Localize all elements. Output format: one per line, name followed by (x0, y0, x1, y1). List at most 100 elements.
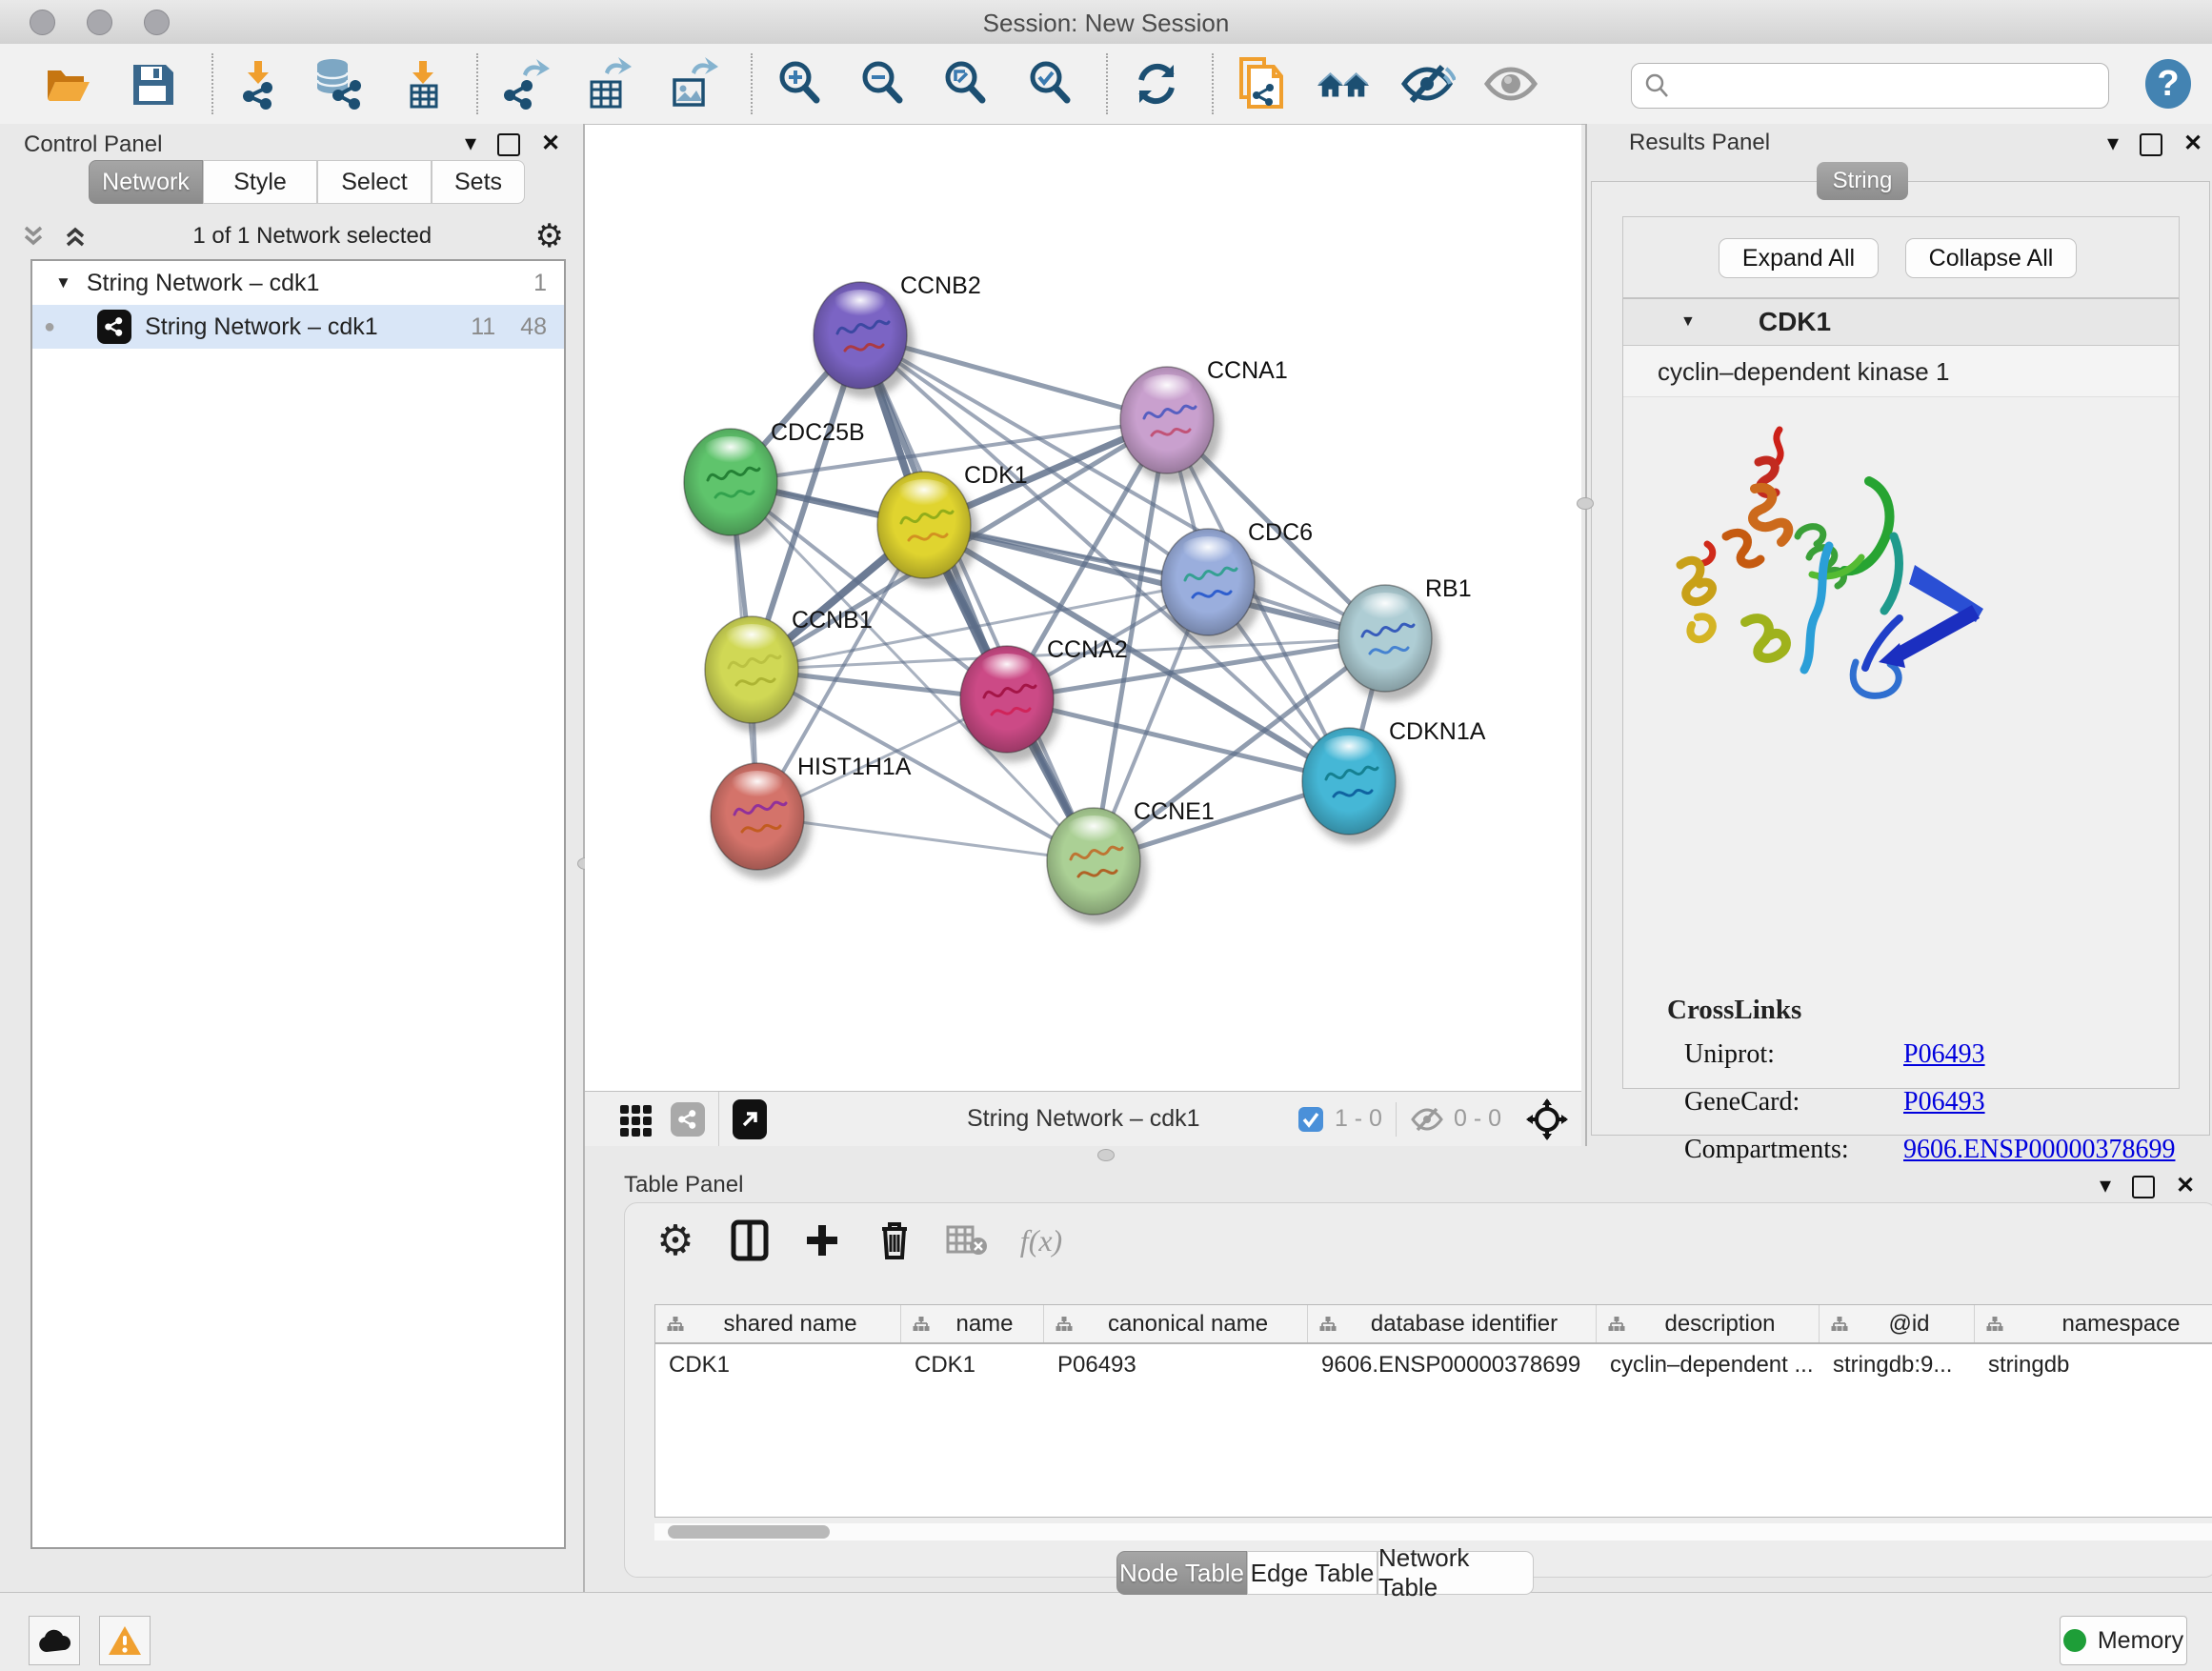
column-header[interactable]: namespace (1975, 1305, 2212, 1342)
gene-section-header[interactable]: ▼ CDK1 (1623, 299, 2179, 346)
network-node[interactable] (1338, 585, 1439, 701)
tab-network-table[interactable]: Network Table (1377, 1551, 1534, 1595)
selected-node-edge-counts: 1 - 0 (1335, 1105, 1382, 1133)
network-node[interactable] (960, 646, 1061, 762)
string-home-icon[interactable] (1316, 55, 1373, 112)
control-panel-title: Control Panel (24, 131, 162, 158)
show-columns-icon[interactable] (728, 1218, 772, 1262)
network-node[interactable] (1302, 728, 1403, 844)
results-panel-title: Results Panel (1629, 130, 1770, 156)
section-expand-icon[interactable]: ▼ (1680, 313, 1696, 331)
network-node[interactable] (711, 763, 812, 879)
float-panel-icon[interactable] (2140, 133, 2162, 156)
column-header[interactable]: canonical name (1044, 1305, 1308, 1342)
search-field[interactable] (1631, 63, 2109, 109)
export-network-icon[interactable] (496, 55, 553, 112)
column-header[interactable]: name (901, 1305, 1044, 1342)
crosslink-link[interactable]: P06493 (1903, 1087, 1985, 1117)
network-node[interactable] (1120, 367, 1221, 483)
zoom-fit-icon[interactable] (937, 55, 995, 112)
network-row[interactable]: ● String Network – cdk1 11 48 (32, 305, 564, 349)
export-image-icon[interactable] (663, 55, 720, 112)
save-session-icon[interactable] (124, 55, 181, 112)
float-panel-icon[interactable] (497, 133, 520, 156)
network-node[interactable] (877, 472, 978, 588)
hide-selected-icon[interactable] (1399, 55, 1457, 112)
window-title: Session: New Session (0, 9, 2212, 38)
panel-menu-icon[interactable]: ▾ (2107, 130, 2119, 157)
search-input[interactable] (1678, 66, 2108, 106)
tab-style[interactable]: Style (203, 160, 317, 204)
collapse-all-icon[interactable] (19, 222, 48, 251)
fit-selected-crosshair-icon[interactable] (1526, 1098, 1568, 1140)
column-header[interactable]: @id (1820, 1305, 1975, 1342)
node-label: CCNA2 (1047, 636, 1128, 663)
network-edge[interactable] (860, 335, 1094, 861)
column-type-icon (1831, 1317, 1848, 1332)
column-type-icon (1319, 1317, 1337, 1332)
column-header[interactable]: shared name (655, 1305, 901, 1342)
column-header[interactable]: database identifier (1308, 1305, 1597, 1342)
tree-expand-icon[interactable]: ▼ (55, 273, 71, 292)
tab-network[interactable]: Network (89, 160, 203, 204)
function-builder-icon[interactable]: f(x) (1019, 1218, 1063, 1262)
zoom-selected-icon[interactable] (1022, 55, 1079, 112)
cloud-status-icon[interactable] (29, 1616, 80, 1665)
network-node[interactable] (1161, 529, 1262, 645)
expand-all-icon[interactable] (61, 222, 90, 251)
grid-view-icon[interactable] (617, 1100, 655, 1138)
show-all-icon[interactable] (1482, 55, 1539, 112)
delete-column-icon[interactable] (873, 1218, 916, 1262)
crosslink-link[interactable]: 9606.ENSP00000378699 (1903, 1135, 2175, 1165)
table-row[interactable]: CDK1CDK1P064939606.ENSP00000378699cyclin… (655, 1344, 2212, 1385)
memory-button[interactable]: Memory (2060, 1616, 2187, 1665)
panel-menu-icon[interactable]: ▾ (465, 130, 476, 157)
expand-all-button[interactable]: Expand All (1719, 238, 1879, 278)
warning-status-icon[interactable] (99, 1616, 151, 1665)
network-canvas[interactable]: CCNB2CCNA1CDC25BCDK1CDC6RB1CCNB1CCNA2CDK… (585, 124, 1581, 1092)
panel-menu-icon[interactable]: ▾ (2100, 1172, 2111, 1199)
hidden-eye-icon[interactable] (1410, 1105, 1444, 1134)
float-panel-icon[interactable] (2132, 1176, 2155, 1198)
control-panel: Control Panel ▾ ✕ NetworkStyleSelectSets… (0, 124, 585, 1592)
tab-sets[interactable]: Sets (432, 160, 525, 204)
import-network-icon[interactable] (230, 55, 287, 112)
horizontal-scrollbar[interactable] (654, 1523, 2212, 1540)
zoom-in-icon[interactable] (772, 55, 829, 112)
network-node[interactable] (684, 429, 785, 545)
delete-table-icon[interactable] (945, 1218, 989, 1262)
network-icon-disabled[interactable] (671, 1102, 705, 1137)
network-node[interactable] (1047, 808, 1148, 924)
open-file-icon[interactable] (40, 55, 97, 112)
crosslink-link[interactable]: P06493 (1903, 1039, 1985, 1070)
tab-node-table[interactable]: Node Table (1116, 1551, 1247, 1595)
selected-checkbox-icon[interactable] (1297, 1105, 1325, 1134)
clone-network-icon[interactable] (1232, 55, 1289, 112)
network-node[interactable] (814, 282, 915, 398)
import-table-icon[interactable] (394, 55, 452, 112)
title-bar: Session: New Session (0, 0, 2212, 45)
close-panel-icon[interactable]: ✕ (541, 130, 560, 157)
node-label: CDKN1A (1389, 718, 1486, 745)
network-collection-row[interactable]: ▼ String Network – cdk1 1 (32, 261, 564, 305)
collapse-all-button[interactable]: Collapse All (1905, 238, 2077, 278)
table-options-gear-icon[interactable]: ⚙ (654, 1218, 697, 1262)
column-header[interactable]: description (1597, 1305, 1820, 1342)
create-column-icon[interactable] (800, 1218, 844, 1262)
close-panel-icon[interactable]: ✕ (2183, 130, 2202, 157)
tab-edge-table[interactable]: Edge Table (1247, 1551, 1377, 1595)
tab-select[interactable]: Select (317, 160, 432, 204)
refresh-icon[interactable] (1128, 55, 1185, 112)
scrollbar-thumb[interactable] (668, 1525, 830, 1539)
help-icon[interactable]: ? (2140, 55, 2197, 112)
detach-view-icon[interactable] (733, 1099, 767, 1139)
export-table-icon[interactable] (578, 55, 635, 112)
import-network-from-database-icon[interactable] (310, 55, 367, 112)
close-panel-icon[interactable]: ✕ (2176, 1172, 2195, 1199)
zoom-out-icon[interactable] (855, 55, 912, 112)
splitter-handle[interactable] (1097, 1149, 1115, 1161)
tab-string[interactable]: String (1817, 162, 1908, 200)
gene-description: cyclin–dependent kinase 1 (1623, 346, 2179, 397)
network-options-gear-icon[interactable]: ⚙ (535, 222, 564, 251)
splitter-handle[interactable] (1577, 497, 1594, 510)
